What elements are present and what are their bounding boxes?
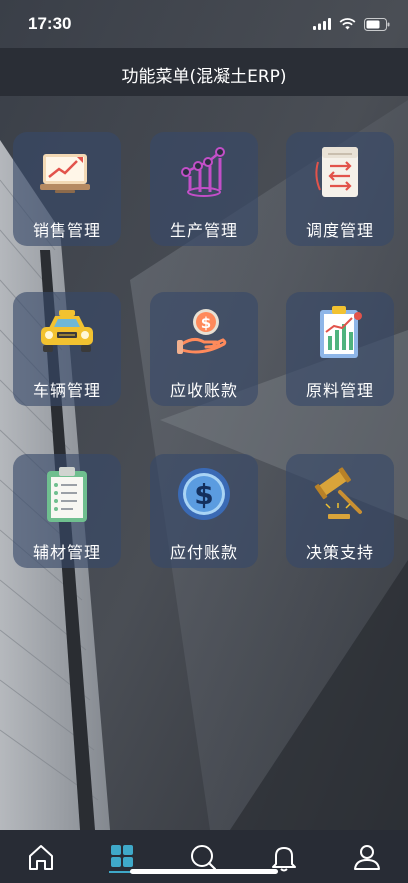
tab-home[interactable]	[24, 840, 58, 874]
bottom-tab-bar	[0, 830, 408, 883]
svg-text:$: $	[194, 478, 213, 511]
menu-item-vehicles[interactable]: 车辆管理	[13, 292, 121, 406]
payable-dollar-icon: $	[178, 468, 230, 520]
menu-item-payables[interactable]: $ 应付账款	[150, 454, 258, 568]
user-icon	[354, 845, 380, 870]
function-menu-grid: 销售管理 生产管理 调度管理 车辆管理 $ 应收账款 原料管理 辅材管理 $ 应…	[0, 0, 408, 883]
home-indicator[interactable]	[130, 869, 278, 874]
taxi-vehicle-icon	[41, 310, 93, 352]
menu-item-decision[interactable]: 决策支持	[286, 454, 394, 568]
menu-item-label: 原料管理	[305, 381, 374, 400]
menu-item-materials[interactable]: 原料管理	[286, 292, 394, 406]
menu-item-dispatch[interactable]: 调度管理	[286, 132, 394, 246]
menu-item-receivables[interactable]: $ 应收账款	[150, 292, 258, 406]
dispatch-document-icon	[315, 147, 358, 197]
home-icon	[29, 845, 53, 870]
menu-item-label: 辅材管理	[32, 543, 101, 562]
material-clipboard-icon	[320, 306, 362, 358]
tab-profile[interactable]	[350, 840, 384, 874]
menu-item-auxiliary[interactable]: 辅材管理	[13, 454, 121, 568]
menu-item-label: 决策支持	[305, 543, 374, 562]
svg-text:$: $	[201, 314, 211, 332]
menu-item-label: 应付账款	[169, 543, 238, 562]
menu-item-production[interactable]: 生产管理	[150, 132, 258, 246]
menu-item-sales[interactable]: 销售管理	[13, 132, 121, 246]
menu-item-label: 生产管理	[169, 221, 238, 240]
production-graph-icon	[181, 147, 225, 197]
menu-item-label: 销售管理	[32, 221, 101, 240]
auxiliary-checklist-icon	[47, 467, 87, 522]
gavel-decision-icon	[314, 467, 362, 519]
menu-item-label: 应收账款	[169, 381, 238, 400]
menu-item-label: 车辆管理	[32, 381, 101, 400]
receivable-money-icon: $	[177, 309, 227, 354]
menu-item-label: 调度管理	[305, 221, 374, 240]
sales-chart-icon	[40, 154, 90, 193]
